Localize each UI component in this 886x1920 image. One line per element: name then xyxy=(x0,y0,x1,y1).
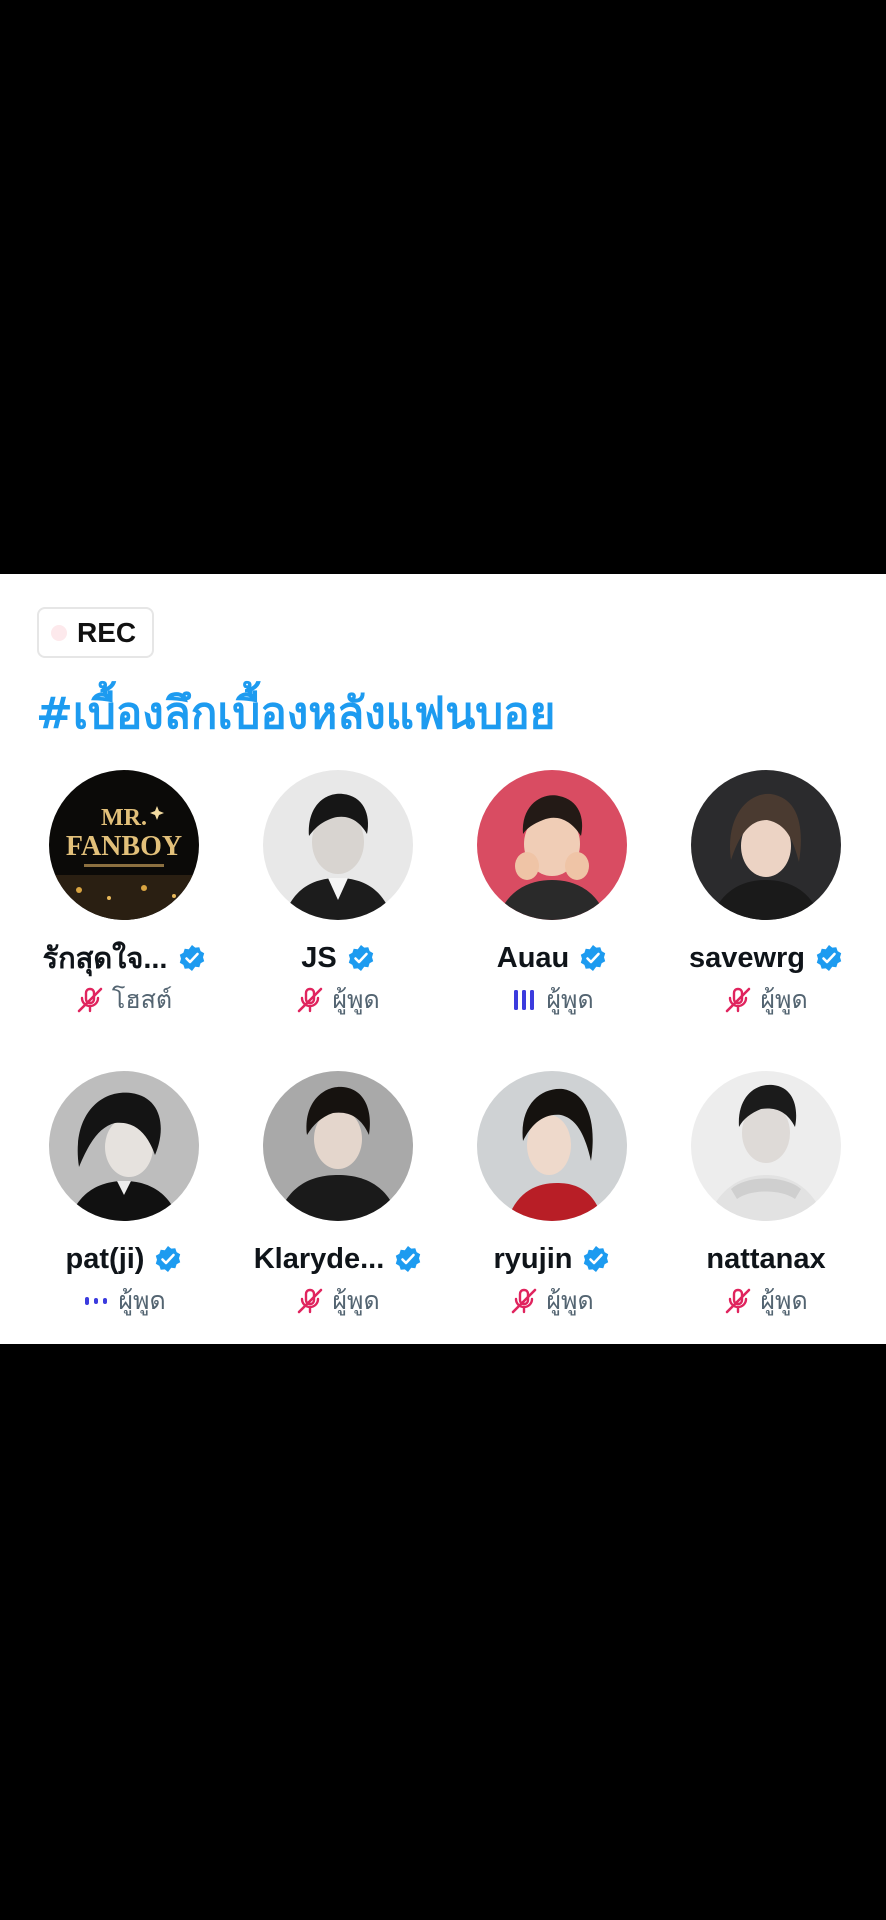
participant-role: ผู้พูด xyxy=(760,985,808,1014)
participant-name: รักสุดใจ... xyxy=(42,943,168,975)
avatar[interactable] xyxy=(49,1071,199,1221)
participant-role: ผู้พูด xyxy=(546,985,594,1014)
avatar[interactable] xyxy=(477,770,627,920)
participant-role: ผู้พูด xyxy=(760,1286,808,1315)
verified-badge-icon xyxy=(348,945,373,971)
mic-muted-icon xyxy=(298,1288,323,1314)
participant-name: JS xyxy=(301,941,337,974)
participant-card[interactable]: Klaryde... ผู้พูด xyxy=(231,1071,445,1356)
speaking-bars-icon xyxy=(514,990,535,1010)
recording-label: REC xyxy=(77,616,137,648)
participant-name: Klaryde... xyxy=(253,1242,385,1275)
verified-badge-icon xyxy=(816,945,842,971)
participant-card[interactable]: savewrg ผู้พูด xyxy=(659,770,873,1055)
recording-dot-icon xyxy=(51,624,67,641)
verified-badge-icon xyxy=(396,1246,421,1272)
mic-muted-icon xyxy=(298,987,323,1013)
verified-badge-icon xyxy=(156,1246,181,1272)
participant-role: ผู้พูด xyxy=(332,1286,380,1315)
participant-card[interactable]: pat(ji) ผู้พูด xyxy=(17,1071,231,1356)
participant-name: savewrg xyxy=(688,941,806,974)
connecting-dots-icon xyxy=(85,1297,108,1305)
participant-card[interactable]: ryujin ผู้พูด xyxy=(445,1071,659,1356)
svg-text:FANBOY: FANBOY xyxy=(66,831,182,862)
participant-name: Auau xyxy=(496,941,570,974)
avatar[interactable] xyxy=(263,1071,413,1221)
participant-name: pat(ji) xyxy=(65,1242,145,1275)
participant-name: nattanax xyxy=(706,1242,826,1275)
verified-badge-icon xyxy=(584,1246,609,1272)
avatar[interactable] xyxy=(477,1071,627,1221)
participant-card[interactable]: Auau ผู้พูด xyxy=(445,770,659,1055)
participant-card[interactable]: MR. FANBOY รักสุดใจ... โฮสต์ xyxy=(17,770,231,1055)
participant-grid: MR. FANBOY รักสุดใจ... โฮสต์ JS ผู้พูด A… xyxy=(0,770,886,1356)
participant-role: ผู้พูด xyxy=(118,1286,166,1315)
mic-muted-icon xyxy=(512,1288,537,1314)
participant-card[interactable]: JS ผู้พูด xyxy=(231,770,445,1055)
space-title[interactable]: #เบื้องลึกเบื้องหลังแฟนบอย xyxy=(36,678,555,748)
verified-badge-icon xyxy=(179,945,204,971)
participant-name: ryujin xyxy=(493,1242,573,1275)
mic-muted-icon xyxy=(726,1288,751,1314)
participant-role: โฮสต์ xyxy=(111,985,173,1014)
avatar[interactable] xyxy=(691,770,841,920)
recording-badge: REC xyxy=(37,607,155,658)
participant-card[interactable]: nattanax ผู้พูด xyxy=(659,1071,873,1356)
verified-badge-icon xyxy=(581,945,606,971)
mic-muted-icon xyxy=(726,987,751,1013)
avatar[interactable]: MR. FANBOY xyxy=(49,770,199,920)
svg-text:MR.: MR. xyxy=(101,805,147,831)
avatar[interactable] xyxy=(691,1071,841,1221)
mic-muted-icon xyxy=(77,987,103,1013)
avatar[interactable] xyxy=(263,770,413,920)
space-card: REC #เบื้องลึกเบื้องหลังแฟนบอย MR. FANBO… xyxy=(0,574,886,1344)
participant-role: ผู้พูด xyxy=(546,1286,594,1315)
participant-role: ผู้พูด xyxy=(332,985,380,1014)
